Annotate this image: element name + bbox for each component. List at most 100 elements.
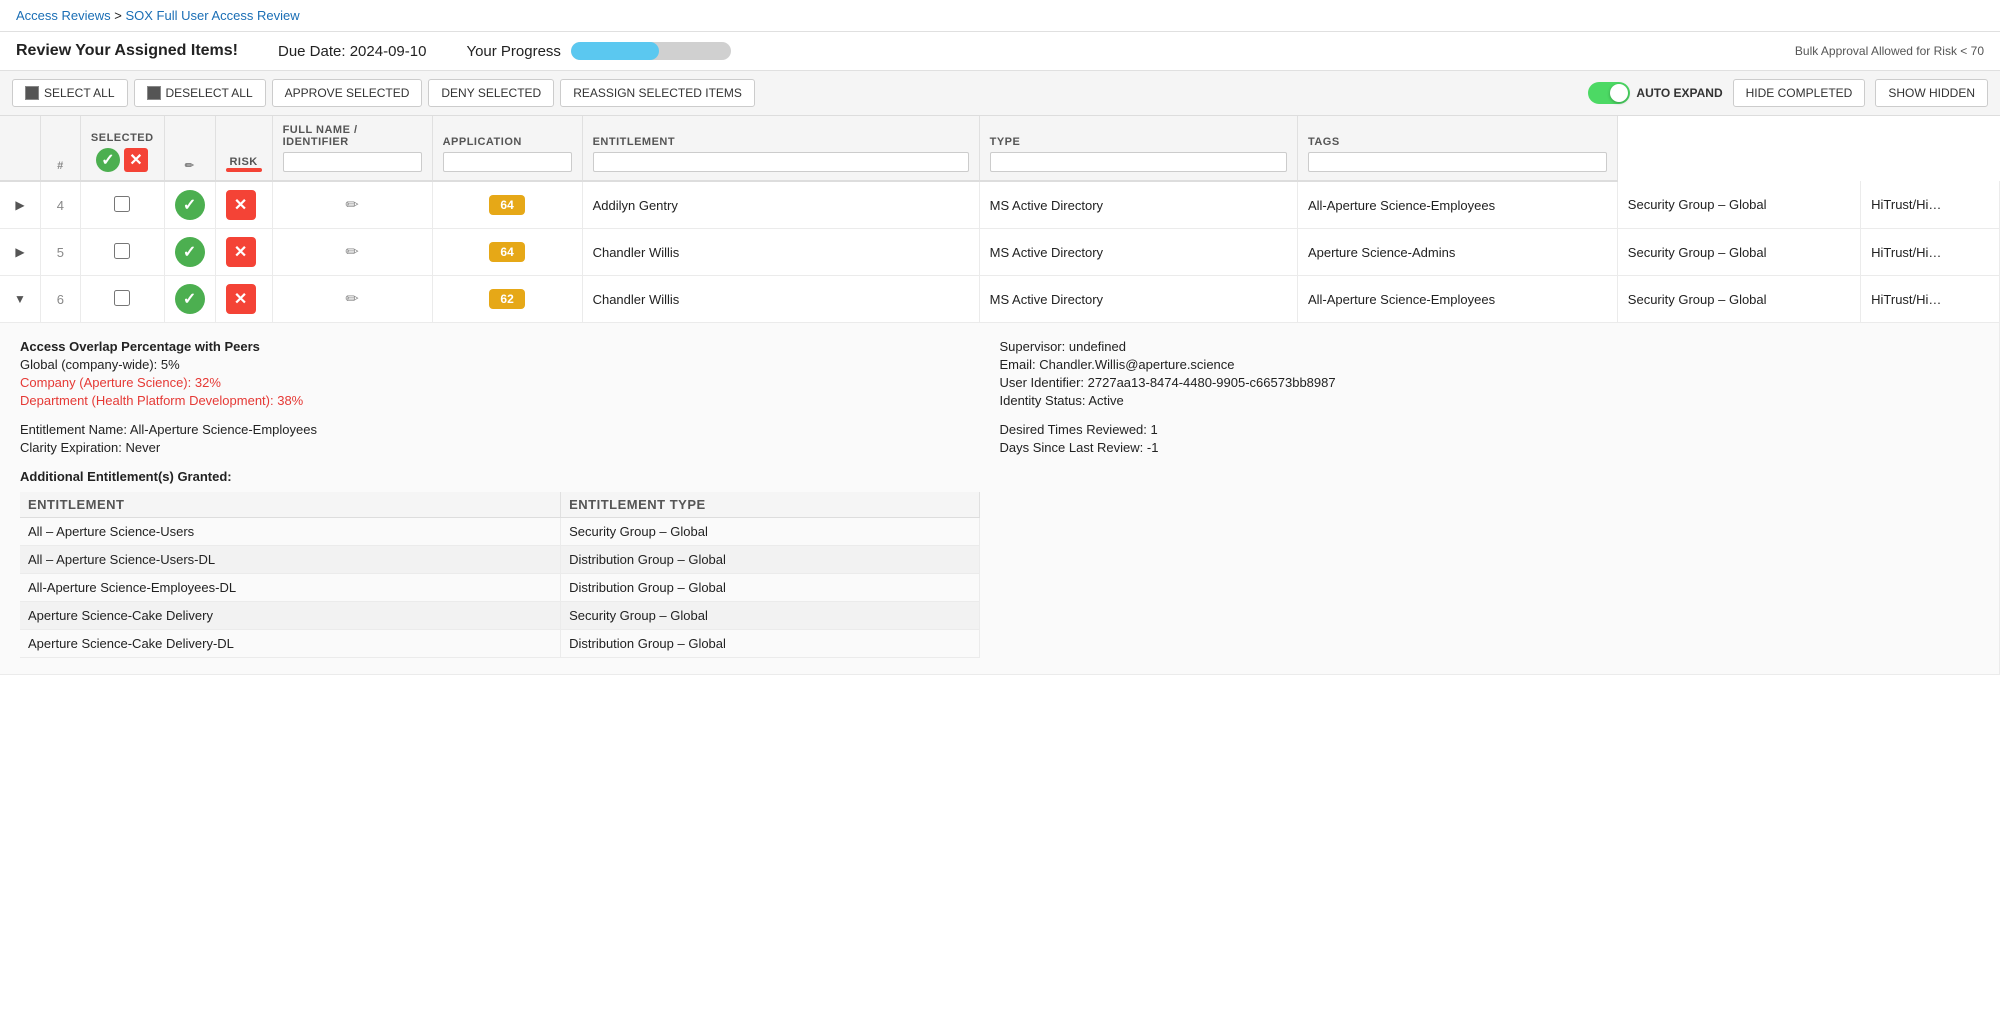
table-row: ▶ 4 ✏ 64 Addilyn Gentry [0, 181, 2000, 229]
col-header-expand [0, 116, 40, 181]
edit-icon-6[interactable]: ✏ [345, 291, 358, 308]
expand-button-4[interactable]: ▶ [11, 196, 28, 214]
row-checkbox-4[interactable] [114, 196, 130, 212]
breadcrumb-parent-link[interactable]: Access Reviews [16, 8, 111, 23]
show-hidden-label: SHOW HIDDEN [1888, 86, 1975, 100]
type-cell-4: Security Group – Global [1617, 181, 1860, 229]
filter-application[interactable] [443, 152, 572, 172]
header-approve-icon[interactable] [96, 148, 120, 172]
deny-cell-6[interactable] [215, 276, 272, 323]
review-table: # SELECTED ✏ RISK FULL NAME / IDENTIFI [0, 116, 2000, 675]
table-row: ▶ 5 ✏ 64 Chandler Willis [0, 229, 2000, 276]
approve-button-4[interactable] [175, 190, 205, 220]
identity-status: Identity Status: Active [1000, 393, 1960, 408]
col-header-edit: ✏ [164, 116, 215, 181]
add-ent-type-cell: Security Group – Global [561, 518, 979, 546]
table-row: ▼ 6 ✏ 62 Chandler Willis [0, 276, 2000, 323]
user-identifier: User Identifier: 2727aa13-8474-4480-9905… [1000, 375, 1960, 390]
checkbox-cell-6[interactable] [80, 276, 164, 323]
col-full-name-label: FULL NAME / IDENTIFIER [283, 124, 358, 148]
edit-cell-4[interactable]: ✏ [272, 181, 432, 229]
risk-cell-6: 62 [432, 276, 582, 323]
risk-header-bar [226, 168, 262, 172]
add-ent-type-cell: Distribution Group – Global [561, 546, 979, 574]
col-header-application: APPLICATION [432, 116, 582, 181]
full-name-cell-5: Chandler Willis [582, 229, 979, 276]
col-type-label: TYPE [990, 136, 1021, 148]
edit-pencil-icon: ✏ [185, 160, 195, 172]
row-checkbox-6[interactable] [114, 290, 130, 306]
checkbox-icon [25, 86, 39, 100]
deny-button-4[interactable] [226, 190, 256, 220]
add-ent-row: Aperture Science-Cake DeliverySecurity G… [20, 602, 979, 630]
clarity-expiration: Clarity Expiration: Never [20, 440, 980, 455]
add-ent-row: All – Aperture Science-UsersSecurity Gro… [20, 518, 979, 546]
row-checkbox-5[interactable] [114, 243, 130, 259]
reassign-button[interactable]: REASSIGN SELECTED ITEMS [560, 79, 755, 107]
edit-cell-5[interactable]: ✏ [272, 229, 432, 276]
col-header-tags: TAGS [1297, 116, 1617, 181]
risk-cell-4: 64 [432, 181, 582, 229]
hide-completed-button[interactable]: HIDE COMPLETED [1733, 79, 1866, 107]
add-ent-col-type: Entitlement Type [561, 492, 979, 518]
application-cell-6: MS Active Directory [979, 276, 1297, 323]
select-all-button[interactable]: SELECT ALL [12, 79, 128, 107]
edit-icon-5[interactable]: ✏ [345, 244, 358, 261]
deny-selected-button[interactable]: DENY SELECTED [428, 79, 554, 107]
deselect-all-button[interactable]: DESELECT ALL [134, 79, 266, 107]
deny-button-5[interactable] [226, 237, 256, 267]
hide-completed-label: HIDE COMPLETED [1746, 86, 1853, 100]
checkbox-cell-5[interactable] [80, 229, 164, 276]
add-ent-entitlement-cell: All – Aperture Science-Users [20, 518, 561, 546]
toggle-knob [1610, 84, 1628, 102]
row-num-5: 5 [40, 229, 80, 276]
expand-cell-5[interactable]: ▶ [0, 229, 40, 276]
expand-button-5[interactable]: ▶ [11, 243, 28, 261]
header-deny-icon[interactable] [124, 148, 148, 172]
additional-entitlements-table: Entitlement Entitlement Type All – Apert… [20, 492, 980, 658]
type-cell-6: Security Group – Global [1617, 276, 1860, 323]
review-info-section: Desired Times Reviewed: 1 Days Since Las… [1000, 422, 1960, 455]
expand-cell-4[interactable]: ▶ [0, 181, 40, 229]
row-num-4: 4 [40, 181, 80, 229]
main-table-wrapper: # SELECTED ✏ RISK FULL NAME / IDENTIFI [0, 116, 2000, 675]
expand-button-6[interactable]: ▼ [10, 290, 30, 308]
approve-cell-4[interactable] [164, 181, 215, 229]
progress-section: Your Progress [466, 42, 731, 60]
edit-icon-4[interactable]: ✏ [345, 197, 358, 214]
progress-bar-outer [571, 42, 731, 60]
deny-cell-5[interactable] [215, 229, 272, 276]
filter-entitlement[interactable] [593, 152, 969, 172]
expand-cell-6[interactable]: ▼ [0, 276, 40, 323]
filter-tags[interactable] [1308, 152, 1607, 172]
checkbox-cell-4[interactable] [80, 181, 164, 229]
filter-full-name[interactable] [283, 152, 422, 172]
approve-cell-6[interactable] [164, 276, 215, 323]
access-overlap-section: Access Overlap Percentage with Peers Glo… [20, 339, 980, 408]
breadcrumb-current: SOX Full User Access Review [125, 8, 299, 23]
approve-selected-button[interactable]: APPROVE SELECTED [272, 79, 423, 107]
entitlement-cell-5: Aperture Science-Admins [1297, 229, 1617, 276]
email: Email: Chandler.Willis@aperture.science [1000, 357, 1960, 372]
auto-expand-toggle[interactable]: AUTO EXPAND [1588, 82, 1722, 104]
deny-button-6[interactable] [226, 284, 256, 314]
auto-expand-label: AUTO EXPAND [1636, 86, 1722, 100]
approve-button-5[interactable] [175, 237, 205, 267]
additional-entitlements-section: Additional Entitlement(s) Granted: Entit… [20, 469, 980, 658]
edit-cell-6[interactable]: ✏ [272, 276, 432, 323]
access-overlap-department: Department (Health Platform Development)… [20, 393, 980, 408]
toggle-track[interactable] [1588, 82, 1630, 104]
add-ent-type-cell: Distribution Group – Global [561, 630, 979, 658]
add-ent-row: All-Aperture Science-Employees-DLDistrib… [20, 574, 979, 602]
filter-type[interactable] [990, 152, 1287, 172]
col-header-type: TYPE [979, 116, 1297, 181]
show-hidden-button[interactable]: SHOW HIDDEN [1875, 79, 1988, 107]
page-title: Review Your Assigned Items! [16, 42, 238, 60]
deny-cell-4[interactable] [215, 181, 272, 229]
entitlement-cell-6: All-Aperture Science-Employees [1297, 276, 1617, 323]
approve-cell-5[interactable] [164, 229, 215, 276]
col-header-risk: RISK [215, 116, 272, 181]
approve-button-6[interactable] [175, 284, 205, 314]
full-name-cell-6: Chandler Willis [582, 276, 979, 323]
breadcrumb: Access Reviews > SOX Full User Access Re… [0, 0, 2000, 32]
